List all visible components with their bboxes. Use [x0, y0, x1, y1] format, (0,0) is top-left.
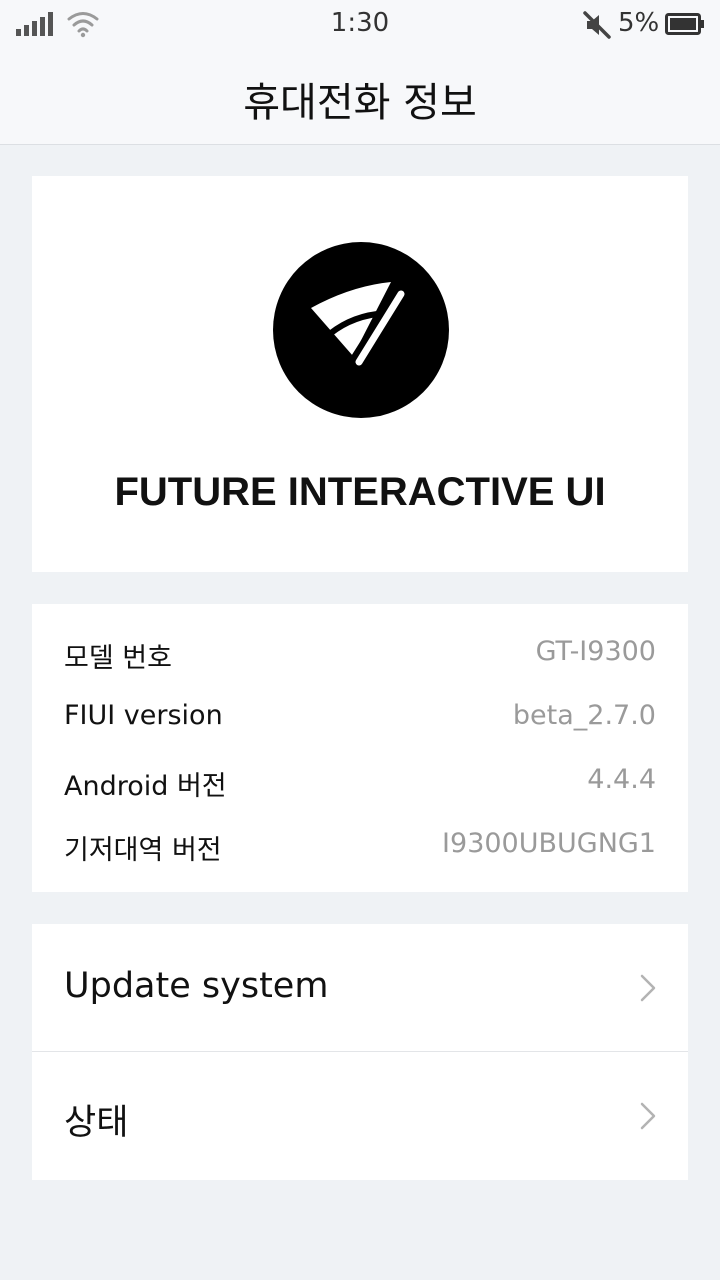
info-label: 모델 번호	[64, 643, 172, 674]
page-title: 휴대전화 정보	[243, 80, 477, 126]
battery-percent: 5%	[618, 8, 660, 38]
info-value: 4.4.4	[587, 764, 656, 795]
info-row-model-number: 모델 번호 GT-I9300	[64, 636, 656, 676]
info-row-android-version: Android 버전 4.4.4	[64, 764, 656, 804]
update-system-item[interactable]: Update system	[32, 924, 688, 1052]
app-bar: 휴대전화 정보	[0, 50, 720, 145]
info-label: Android 버전	[64, 771, 227, 802]
status-label: 상태	[64, 1103, 129, 1143]
fiui-logo-icon	[273, 242, 449, 418]
status-item[interactable]: 상태	[32, 1052, 688, 1180]
status-bar: 1:30 5%	[0, 0, 720, 50]
info-value: GT-I9300	[535, 636, 656, 667]
info-label: FIUI version	[64, 700, 223, 731]
info-value: beta_2.7.0	[512, 700, 656, 731]
device-info-card: 모델 번호 GT-I9300 FIUI version beta_2.7.0 A…	[32, 604, 688, 892]
chevron-right-icon	[640, 1102, 656, 1130]
info-label: 기저대역 버전	[64, 835, 222, 866]
update-system-label: Update system	[64, 966, 329, 1006]
chevron-right-icon	[640, 974, 656, 1002]
info-value: I9300UBUGNG1	[442, 828, 656, 859]
info-row-fiui-version: FIUI version beta_2.7.0	[64, 700, 656, 740]
brand-name: FUTURE INTERACTIVE UI	[114, 470, 606, 514]
info-row-baseband-version: 기저대역 버전 I9300UBUGNG1	[64, 828, 656, 868]
battery-icon	[665, 13, 704, 35]
mute-icon	[583, 11, 611, 39]
actions-card: Update system 상태	[32, 924, 688, 1180]
brand-card: FUTURE INTERACTIVE UI	[32, 176, 688, 572]
